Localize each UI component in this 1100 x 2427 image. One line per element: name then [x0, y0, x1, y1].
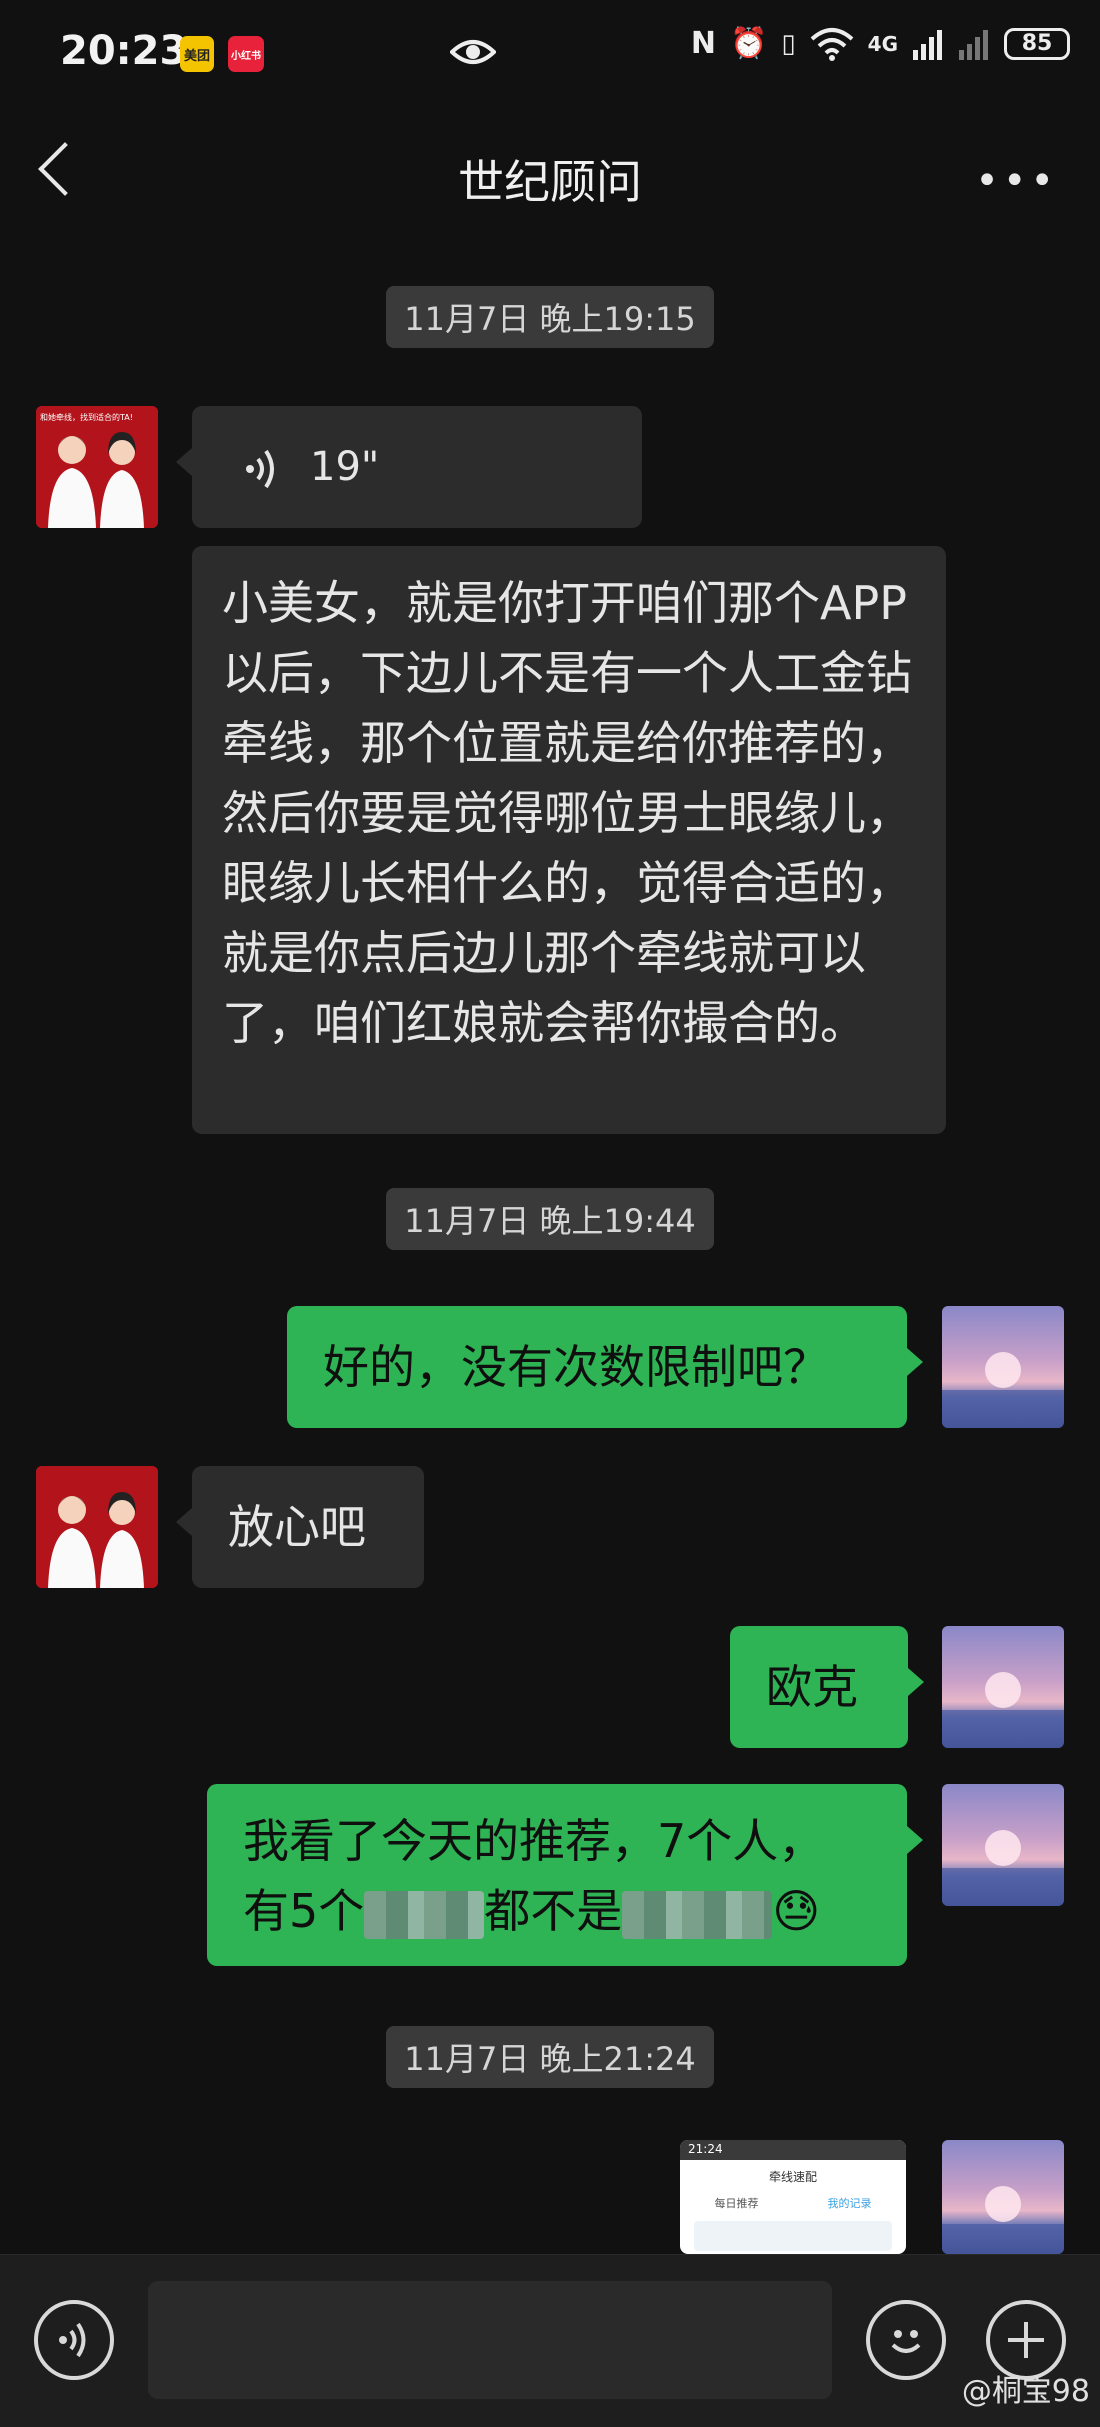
nfc-icon: N: [690, 26, 716, 61]
my-avatar[interactable]: [942, 1784, 1064, 1906]
timestamp: 11月7日 晚上19:44: [0, 1188, 1100, 1250]
chat-title: 世纪顾问: [458, 155, 642, 209]
message-text-line-1: 我看了今天的推荐，7个人，: [243, 1814, 825, 1868]
message-input[interactable]: [148, 2281, 832, 2399]
vibrate-icon: ▯: [781, 28, 796, 59]
thumb-content: [694, 2221, 892, 2251]
blurred-text: [622, 1890, 773, 1939]
sent-message-bubble[interactable]: 我看了今天的推荐，7个人， 有5个 都不是 😓: [207, 1784, 923, 1966]
eye-icon: [449, 32, 497, 76]
network-label: 4G: [867, 31, 898, 56]
emoji-icon[interactable]: [866, 2300, 946, 2380]
voice-duration: 19": [310, 444, 380, 490]
sent-message-bubble[interactable]: 欧克: [730, 1626, 924, 1748]
contact-avatar[interactable]: [36, 1466, 158, 1588]
blurred-text: [364, 1890, 485, 1939]
contact-avatar[interactable]: 和她牵线，找到适合的TA!: [36, 406, 158, 528]
more-dots-icon[interactable]: •••: [975, 158, 1058, 204]
message-text: 欧克: [766, 1660, 858, 1714]
voice-message-bubble[interactable]: 19": [176, 406, 642, 528]
meituan-app-badge: 美团: [180, 36, 214, 72]
my-avatar[interactable]: [942, 1626, 1064, 1748]
thumb-tab-1: 每日推荐: [714, 2197, 759, 2210]
watermark: @桐宝98: [961, 2374, 1090, 2409]
signal-icon-2: [959, 29, 988, 60]
thumb-title: 牵线速配: [768, 2170, 817, 2184]
signal-icon: [913, 29, 942, 60]
image-message[interactable]: 21:24 牵线速配 每日推荐 我的记录: [680, 2140, 906, 2254]
message-text: 好的，没有次数限制吧？: [323, 1340, 829, 1394]
timestamp: 11月7日 晚上19:15: [0, 286, 1100, 348]
thumb-tab-2: 我的记录: [827, 2197, 872, 2210]
text-message-bubble[interactable]: 放心吧: [176, 1466, 424, 1588]
status-icons: N ⏰ ▯ 4G 85: [691, 26, 1070, 61]
avatar-caption: 和她牵线，找到适合的TA!: [40, 413, 133, 422]
sent-message-bubble[interactable]: 好的，没有次数限制吧？: [287, 1306, 923, 1428]
alarm-icon: ⏰: [729, 26, 768, 61]
message-text-line-2: 有5个 都不是 😓: [243, 1884, 821, 1939]
voice-input-icon[interactable]: [34, 2300, 114, 2380]
xiaohongshu-app-badge: 小红书: [228, 36, 264, 72]
sweat-emoji-icon: 😓: [772, 1884, 821, 1938]
message-text: 小美女，就是你打开咱们那个APP以后，下边儿不是有一个人工金钻牵线，那个位置就是…: [222, 576, 912, 1050]
timestamp: 11月7日 晚上21:24: [0, 2026, 1100, 2088]
battery-indicator: 85: [1004, 27, 1070, 60]
voice-wave-icon: [244, 442, 280, 512]
status-time: 20:23: [60, 28, 188, 74]
my-avatar[interactable]: [942, 1306, 1064, 1428]
text-message-bubble[interactable]: 小美女，就是你打开咱们那个APP以后，下边儿不是有一个人工金钻牵线，那个位置就是…: [192, 546, 946, 1134]
thumb-status-bar: 21:24: [680, 2140, 906, 2160]
my-avatar[interactable]: [942, 2140, 1064, 2254]
message-text: 放心吧: [228, 1500, 366, 1554]
wifi-icon: [810, 27, 853, 61]
